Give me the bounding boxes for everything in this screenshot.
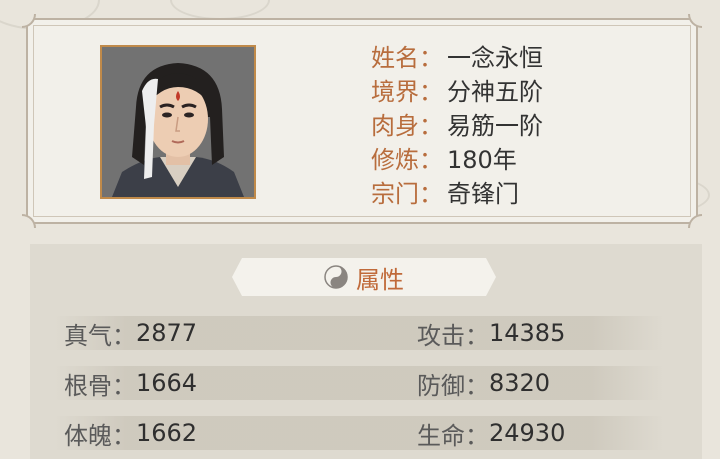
info-row-body: 肉身： 易筋一阶 xyxy=(371,106,543,140)
stat-value: 1664 xyxy=(136,369,198,397)
info-row-sect: 宗门： 奇锋门 xyxy=(371,174,543,208)
stat-row: 根骨： 1664 防御： 8320 xyxy=(54,366,664,400)
stat-row: 体魄： 1662 生命： 24930 xyxy=(54,416,664,450)
attributes-header-content: 属性 xyxy=(232,258,496,296)
stat-value: 24930 xyxy=(489,419,566,447)
info-label: 姓名： xyxy=(371,43,443,72)
sect-value: 奇锋门 xyxy=(447,179,519,208)
stat-value: 1662 xyxy=(136,419,198,447)
stat-attack: 攻击： 14385 xyxy=(417,316,565,350)
info-label: 修炼： xyxy=(371,145,443,174)
info-label: 肉身： xyxy=(371,111,443,140)
info-row-name: 姓名： 一念永恒 xyxy=(371,38,543,72)
character-portrait-icon xyxy=(102,47,254,197)
stat-qi: 真气： 2877 xyxy=(64,316,197,350)
stat-life: 生命： 24930 xyxy=(417,416,565,450)
stat-defense: 防御： 8320 xyxy=(417,366,550,400)
stat-label: 攻击： xyxy=(417,321,489,350)
info-row-cultivation: 修炼： 180年 xyxy=(371,140,543,174)
stat-value: 8320 xyxy=(489,369,551,397)
stat-physique: 体魄： 1662 xyxy=(64,416,197,450)
cloud-decoration xyxy=(170,0,270,20)
character-name: 一念永恒 xyxy=(447,43,543,72)
character-portrait[interactable] xyxy=(100,45,256,199)
stat-label: 根骨： xyxy=(64,371,136,400)
stat-value: 14385 xyxy=(489,319,566,347)
attributes-title: 属性 xyxy=(356,265,404,294)
stat-bone: 根骨： 1664 xyxy=(64,366,197,400)
stat-label: 生命： xyxy=(417,421,489,450)
stat-label: 防御： xyxy=(417,371,489,400)
attributes-header: 属性 xyxy=(232,258,496,296)
cultivation-value: 180年 xyxy=(447,145,517,174)
info-row-realm: 境界： 分神五阶 xyxy=(371,72,543,106)
info-label: 宗门： xyxy=(371,179,443,208)
stat-value: 2877 xyxy=(136,319,198,347)
stat-row: 真气： 2877 攻击： 14385 xyxy=(54,316,664,350)
profile-card: 姓名： 一念永恒 境界： 分神五阶 肉身： 易筋一阶 修炼： 180年 宗门： … xyxy=(22,14,702,228)
info-label: 境界： xyxy=(371,77,443,106)
body-value: 易筋一阶 xyxy=(447,111,543,140)
stat-label: 体魄： xyxy=(64,421,136,450)
profile-info: 姓名： 一念永恒 境界： 分神五阶 肉身： 易筋一阶 修炼： 180年 宗门： … xyxy=(371,38,543,208)
yin-yang-icon xyxy=(324,265,348,289)
stat-label: 真气： xyxy=(64,321,136,350)
realm-value: 分神五阶 xyxy=(447,77,543,106)
